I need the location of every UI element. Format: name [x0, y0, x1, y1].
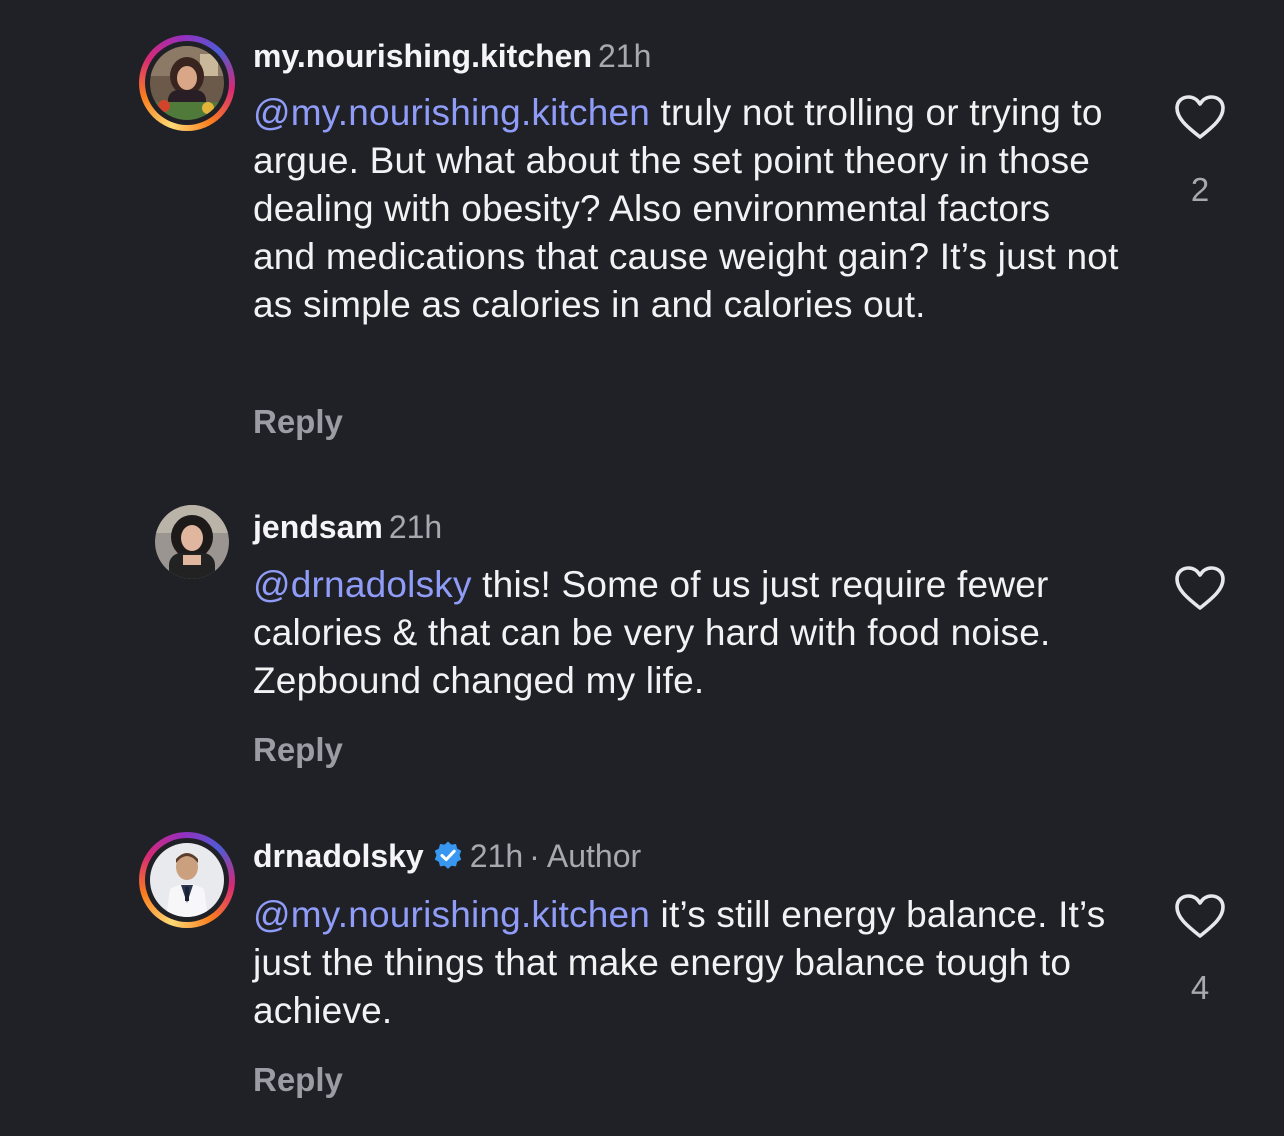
username[interactable]: drnadolsky — [253, 838, 424, 874]
timestamp: 21h — [469, 838, 524, 874]
avatar-story-ring[interactable] — [139, 832, 235, 928]
comment-text: @drnadolsky this! Some of us just requir… — [253, 561, 1123, 705]
mention-link[interactable]: @my.nourishing.kitchen — [253, 92, 650, 133]
like-button[interactable] — [1172, 94, 1228, 145]
like-count: 2 — [1190, 171, 1210, 208]
timestamp: 21h — [388, 509, 443, 545]
username[interactable]: jendsam — [253, 509, 383, 545]
reply-button[interactable]: Reply — [253, 1061, 343, 1099]
comment-text: @my.nourishing.kitchen it’s still energy… — [253, 891, 1123, 1035]
heart-outline-icon — [1175, 566, 1225, 610]
mention-link[interactable]: @my.nourishing.kitchen — [253, 894, 650, 935]
heart-outline-icon — [1175, 95, 1225, 139]
comment-header: jendsam 21h — [253, 507, 442, 547]
reply-button[interactable]: Reply — [253, 403, 343, 441]
like-button[interactable] — [1172, 893, 1228, 944]
like-button[interactable] — [1172, 565, 1228, 616]
username[interactable]: my.nourishing.kitchen — [253, 38, 592, 74]
timestamp: 21h — [598, 38, 652, 74]
avatar-plain[interactable] — [155, 505, 229, 579]
heart-outline-icon — [1175, 894, 1225, 938]
avatar — [155, 505, 229, 579]
reply-button[interactable]: Reply — [253, 731, 343, 769]
avatar — [150, 46, 224, 120]
author-tag: · Author — [529, 838, 642, 874]
comment-header: my.nourishing.kitchen 21h — [253, 36, 651, 76]
comment-header: drnadolsky 21h · Author — [253, 836, 641, 881]
comment-text: @my.nourishing.kitchen truly not trollin… — [253, 89, 1123, 329]
like-count: 4 — [1190, 969, 1210, 1006]
avatar — [150, 843, 224, 917]
avatar-story-ring[interactable] — [139, 35, 235, 131]
mention-link[interactable]: @drnadolsky — [253, 564, 472, 605]
verified-badge-icon — [432, 840, 464, 881]
